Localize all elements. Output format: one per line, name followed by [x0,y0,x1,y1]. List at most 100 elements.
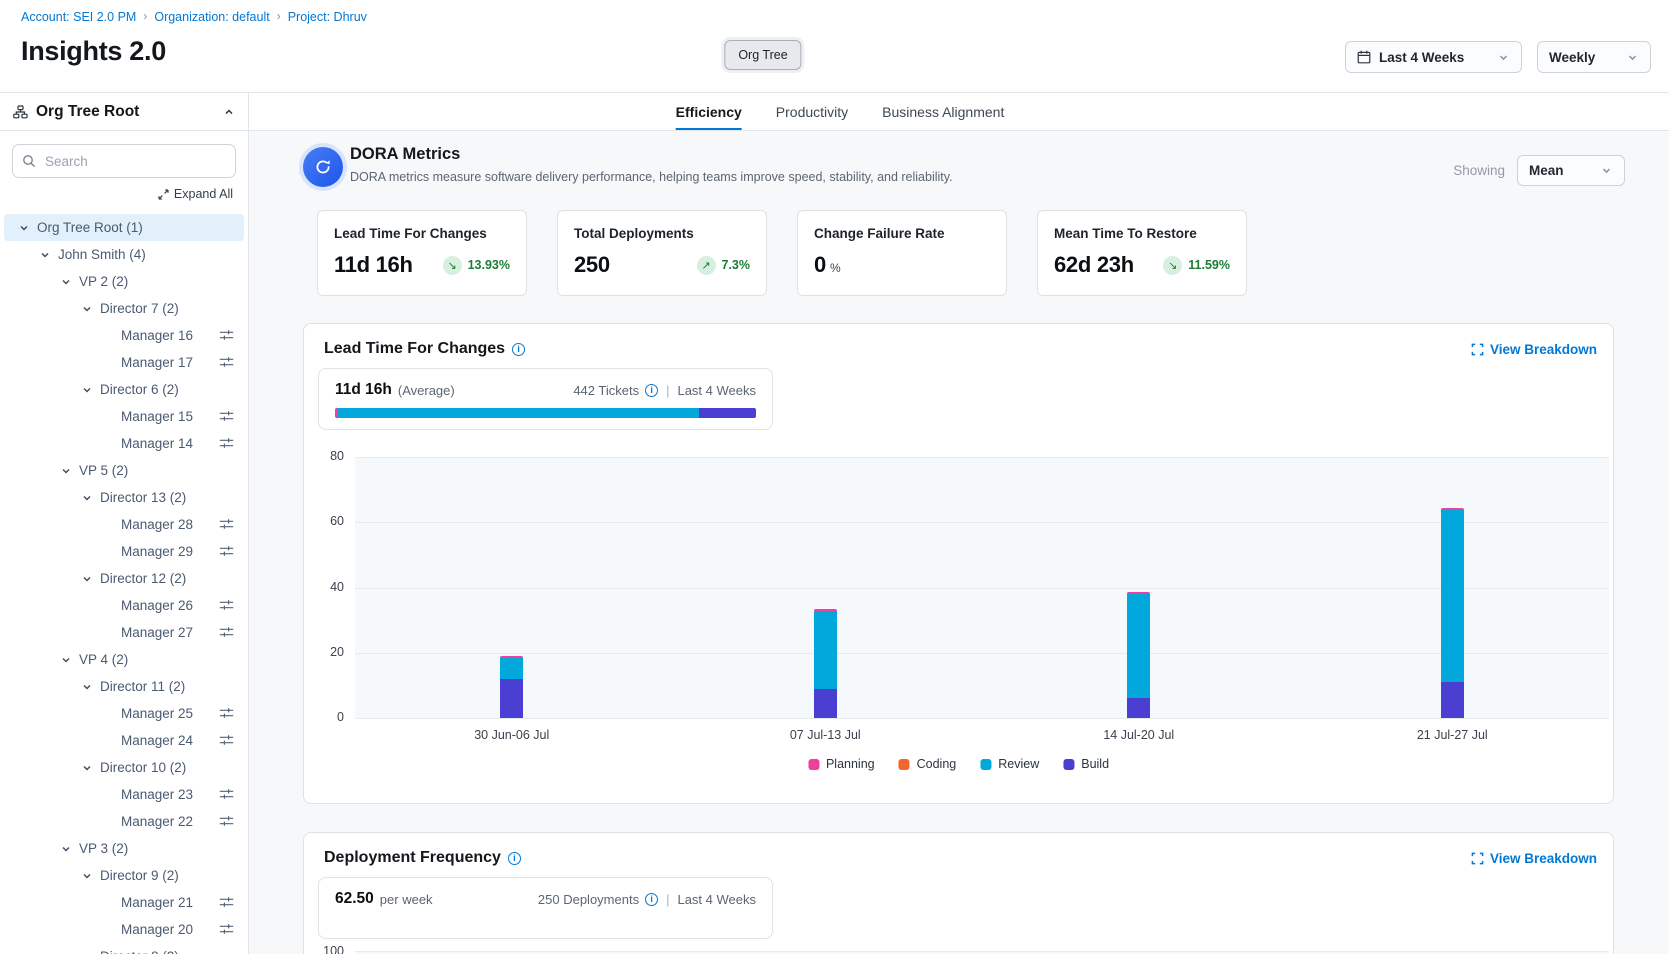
date-range-select[interactable]: Last 4 Weeks [1345,41,1522,73]
org-hierarchy-icon [13,105,28,119]
chart-legend: Planning Coding Review Build [808,757,1109,771]
chevron-down-icon[interactable] [60,276,72,288]
tree-item[interactable]: Director 9 (2) [4,862,244,889]
metric-label: Mean Time To Restore [1054,226,1230,241]
tree-item[interactable]: Manager 20 [4,916,244,943]
legend-item-planning[interactable]: Planning [808,757,875,771]
tree-item[interactable]: Director 8 (2) [4,943,244,954]
info-icon[interactable] [508,852,521,865]
expand-all-icon [158,189,169,200]
filter-icon[interactable] [219,815,234,830]
breadcrumb-separator-icon: › [277,9,281,23]
chevron-down-icon[interactable] [81,492,93,504]
expand-all-button[interactable]: Expand All [0,182,248,208]
search-input[interactable] [12,144,236,178]
filter-icon[interactable] [219,896,234,911]
metric-value-wrap: 11d 16h [334,252,413,278]
breadcrumb-organization[interactable]: Organization: default [154,10,269,24]
tree-item[interactable]: VP 4 (2) [4,646,244,673]
tree-item[interactable]: Manager 23 [4,781,244,808]
gridline [355,522,1609,523]
trend-up-arrow-icon: ↗ [697,256,716,275]
tab-productivity[interactable]: Productivity [776,93,848,130]
chevron-down-icon[interactable] [81,681,93,693]
chevron-down-icon[interactable] [18,222,30,234]
tab-business-alignment[interactable]: Business Alignment [882,93,1004,130]
tree-item[interactable]: Manager 27 [4,619,244,646]
tree-item[interactable]: Manager 15 [4,403,244,430]
chevron-down-icon[interactable] [60,654,72,666]
breadcrumb-separator-icon: › [143,9,147,23]
filter-icon[interactable] [219,356,234,371]
tree-item[interactable]: Manager 22 [4,808,244,835]
chevron-down-icon[interactable] [39,249,51,261]
deployment-title-text: Deployment Frequency [324,849,501,867]
chevron-down-icon[interactable] [60,465,72,477]
tree-item[interactable]: VP 3 (2) [4,835,244,862]
tree-item[interactable]: Director 7 (2) [4,295,244,322]
tree-item[interactable]: VP 5 (2) [4,457,244,484]
tree-item[interactable]: Director 10 (2) [4,754,244,781]
tree-item[interactable]: Manager 25 [4,700,244,727]
chevron-down-icon[interactable] [81,762,93,774]
tree-item[interactable]: Manager 24 [4,727,244,754]
deployment-summary: 62.50 per week 250 Deployments | Last 4 … [318,877,773,939]
tree-item[interactable]: John Smith (4) [4,241,244,268]
filter-icon[interactable] [219,329,234,344]
chevron-down-icon[interactable] [81,870,93,882]
filter-icon[interactable] [219,545,234,560]
legend-item-coding[interactable]: Coding [899,757,957,771]
dora-title: DORA Metrics [350,145,953,164]
filter-icon[interactable] [219,734,234,749]
breadcrumb-project[interactable]: Project: Dhruv [288,10,367,24]
filter-icon[interactable] [219,707,234,722]
org-tree-button[interactable]: Org Tree [724,40,801,70]
stacked-bar[interactable] [1127,592,1150,718]
stacked-bar[interactable] [814,609,837,718]
chevron-up-icon[interactable] [223,106,235,118]
deployment-y-tick: 100 [304,944,344,954]
granularity-select[interactable]: Weekly [1537,41,1651,73]
tree-item[interactable]: Manager 26 [4,592,244,619]
filter-icon[interactable] [219,410,234,425]
legend-item-build[interactable]: Build [1063,757,1109,771]
info-icon[interactable] [645,893,658,906]
breadcrumb-account[interactable]: Account: SEI 2.0 PM [21,10,136,24]
tree-item[interactable]: Manager 28 [4,511,244,538]
tree-item[interactable]: Manager 29 [4,538,244,565]
stacked-bar[interactable] [1441,508,1464,718]
legend-item-review[interactable]: Review [980,757,1039,771]
showing-select[interactable]: Mean [1517,155,1625,186]
filter-icon[interactable] [219,518,234,533]
filter-icon[interactable] [219,437,234,452]
header-controls: Last 4 Weeks Weekly [1345,41,1651,73]
tree-item[interactable]: Manager 21 [4,889,244,916]
tab-efficiency[interactable]: Efficiency [676,93,742,130]
chevron-down-icon[interactable] [81,573,93,585]
tree-item[interactable]: VP 2 (2) [4,268,244,295]
filter-icon[interactable] [219,788,234,803]
tree-item[interactable]: Org Tree Root (1) [4,214,244,241]
tree-item[interactable]: Manager 16 [4,322,244,349]
tree-item[interactable]: Manager 14 [4,430,244,457]
sidebar-title: Org Tree Root [36,103,139,121]
tree-item-label: Manager 23 [121,787,193,802]
org-tree-list: Org Tree Root (1)John Smith (4)VP 2 (2)D… [0,208,248,954]
tree-item[interactable]: Director 6 (2) [4,376,244,403]
stacked-bar[interactable] [500,656,523,718]
tree-item[interactable]: Manager 17 [4,349,244,376]
tree-item[interactable]: Director 13 (2) [4,484,244,511]
filter-icon[interactable] [219,599,234,614]
chevron-down-icon[interactable] [60,843,72,855]
gridline [355,718,1609,719]
filter-icon[interactable] [219,626,234,641]
chevron-down-icon[interactable] [81,951,93,954]
deployment-view-breakdown-link[interactable]: View Breakdown [1471,851,1597,866]
chevron-down-icon[interactable] [81,303,93,315]
chevron-down-icon[interactable] [81,384,93,396]
tree-item[interactable]: Director 11 (2) [4,673,244,700]
metric-card: Lead Time For Changes11d 16h↘13.93% [317,210,527,296]
filter-icon[interactable] [219,923,234,938]
tree-item-label: VP 3 (2) [79,841,128,856]
tree-item[interactable]: Director 12 (2) [4,565,244,592]
